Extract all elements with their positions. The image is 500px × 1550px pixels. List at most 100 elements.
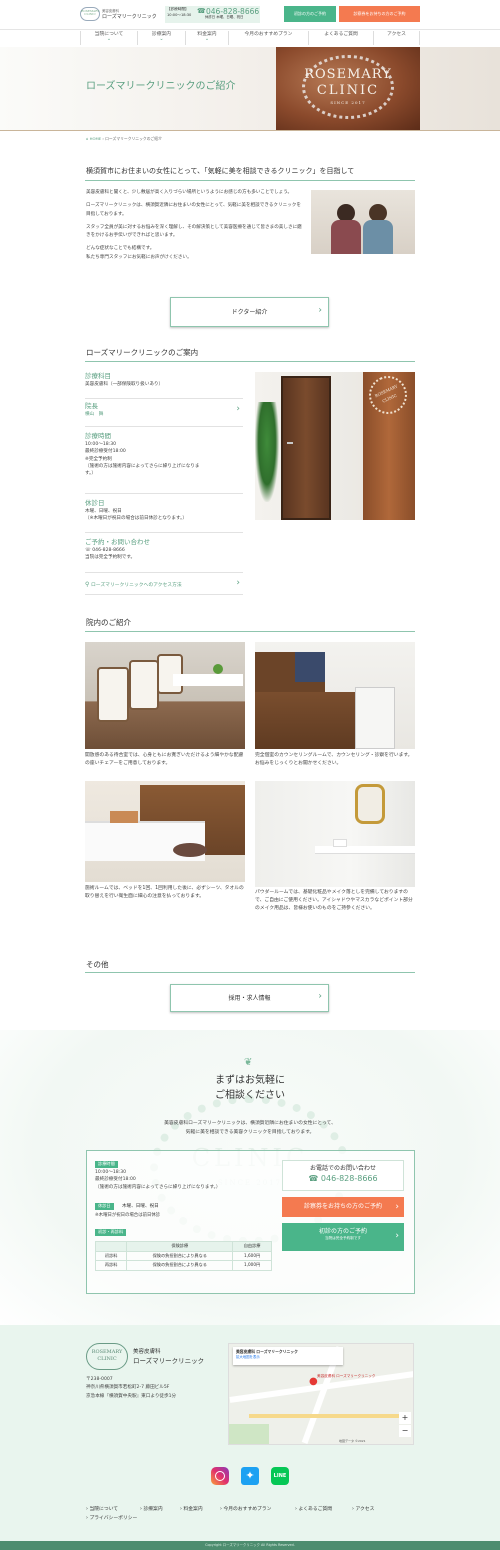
logo[interactable]: ROSEMARY CLINIC (80, 7, 100, 21)
hours-badge: 診療時間 (95, 1161, 118, 1168)
ticket-reservation-button[interactable]: 診察券をお持ちの方のご予約 › (282, 1197, 404, 1217)
closed-badge-label: 休診日 (98, 1203, 111, 1208)
footer-link-label: 料金案内 (183, 1507, 203, 1512)
contact-hours-line: 10:00〜18:30 (95, 1170, 127, 1175)
footer-link-label: 診療案内 (143, 1507, 163, 1512)
chair (129, 660, 159, 710)
access-link[interactable]: ⚲ ローズマリークリニックへのアクセス方法 › (85, 575, 243, 595)
intro-paragraph: スタッフ全員が美に対するお悩みを深く理解し、その解決策として美容医療を通じて皆さ… (86, 224, 302, 239)
guide-row-closed: 休診日 木曜、日曜、祝日 （※木曜日が祝日の場合は前日休診となります。） (85, 496, 243, 533)
map-park (229, 1424, 269, 1444)
guide-row-phone[interactable]: ☏ 046-828-8666 (85, 547, 243, 554)
contact-phone: 046-828-8666 (320, 1174, 378, 1184)
mirror (355, 784, 385, 824)
nav-item-plan[interactable]: 今月のおすすめプラン (228, 31, 308, 45)
footer-address-line: 京急本線『横須賀中央駅』東口より徒歩1分 (86, 1393, 177, 1399)
towel (110, 811, 138, 823)
guide-row-text: （施術の方は施術内容によってさらに繰り上げになりま (85, 464, 200, 470)
twitter-icon[interactable]: ✦ (241, 1467, 259, 1485)
line-icon[interactable]: LINE (271, 1467, 289, 1485)
map-pin-label: 美容皮膚科 ローズマリークリニック (317, 1374, 376, 1378)
guide-row-title: 院長 (85, 402, 98, 410)
first-reservation-button[interactable]: 初診の方のご予約 当院は完全予約制です › (282, 1223, 404, 1251)
contact-title: まずはお気軽に ご相談ください (0, 1074, 500, 1103)
divider (85, 180, 415, 181)
header-first-button[interactable]: 初診の方のご予約 (284, 6, 336, 22)
chevron-down-icon: ⌄ (159, 36, 164, 43)
zoom-in-button[interactable]: + (399, 1412, 411, 1424)
contact-title-line: ご相談ください (215, 1089, 285, 1101)
door (281, 376, 331, 520)
fee-cell: 再診料 (94, 1260, 128, 1271)
staff-photo (311, 190, 415, 254)
header-clinic-name: ローズマリークリニック (102, 14, 157, 20)
logo-text: CLINIC (84, 12, 96, 17)
page-title: ローズマリークリニックのご紹介 (86, 81, 236, 92)
doctor-button-label: ドクター紹介 (231, 309, 268, 316)
ticket-button-label: 診察券をお持ちの方のご予約 (303, 1203, 382, 1210)
copyright-text: Copyright ローズマリークリニック All Rights Reserve… (205, 1543, 295, 1547)
footer-link-plan[interactable]: › 今月のおすすめプラン (220, 1506, 271, 1513)
nav-item-about[interactable]: 当院について ⌄ (80, 31, 137, 45)
contact-lead: 美容皮膚科ローズマリークリニックは、横須賀近隣にお住まいの女性にとって、 気軽に… (0, 1119, 500, 1137)
access-link-label: ローズマリークリニックへのアクセス方法 (91, 583, 182, 588)
divider (85, 972, 415, 973)
footer-link-faq[interactable]: › よくあるご質問 (295, 1506, 332, 1513)
nav-item-prices[interactable]: 料金案内 ⌄ (185, 31, 228, 45)
footer-clinic-name: ローズマリークリニック (133, 1357, 205, 1365)
sign-text: CLINIC (316, 83, 380, 98)
map-link[interactable]: 拡大地図を表示 (236, 1355, 340, 1360)
guide-row-title: 診療時間 (85, 432, 111, 440)
zoom-out-button[interactable]: − (399, 1425, 411, 1437)
footer-address: 〒238-0007 神奈川県横須賀市若松町2-7 藤田ビル5F 京急本線『横須賀… (86, 1376, 176, 1401)
treatment-room-photo (85, 781, 245, 882)
chair (97, 667, 129, 722)
header-ticket-button[interactable]: 診察券をお持ちの方のご予約 (339, 6, 420, 22)
recruit-button[interactable]: 採用・求人情報 (170, 984, 329, 1012)
home-icon: ⌂ (86, 136, 89, 141)
footer-link-services[interactable]: › 診療案内 (140, 1506, 163, 1513)
footer-link-about[interactable]: › 当院について (86, 1506, 118, 1513)
guide-row-contact: ご予約・お問い合わせ ☏ 046-828-8666 当院は完全予約制です。 (85, 535, 243, 573)
breadcrumb-home[interactable]: HOME (90, 136, 102, 141)
first-button-label: 初診の方のご予約 (318, 1228, 367, 1235)
fee-badge-label: 初診・再診料 (98, 1229, 124, 1234)
chevron-down-icon: ⌄ (204, 36, 210, 43)
footer-logo[interactable]: ROSEMARY CLINIC (86, 1343, 128, 1370)
table (173, 674, 243, 686)
intro-paragraph: ローズマリークリニックは、横須賀近隣にお住まいの女性にとって、気軽に美を相談でき… (86, 203, 301, 217)
nav-item-faq[interactable]: よくあるご質問 (308, 31, 373, 45)
sign-since: SINCE 2017 (330, 100, 366, 105)
guide-phone: 046-828-8666 (92, 548, 125, 554)
map-pin-icon: ⚲ (85, 581, 90, 588)
divider (85, 361, 415, 362)
guide-row-text: 当院は完全予約制です。 (85, 555, 136, 561)
footer-link-label: よくあるご質問 (298, 1507, 333, 1512)
nav-label: よくあるご質問 (324, 32, 358, 37)
guide-row-text: 最終診療受付18:00 (85, 449, 126, 455)
nav-item-access[interactable]: アクセス (373, 31, 420, 45)
nav-item-services[interactable]: 診療案内 ⌄ (137, 31, 185, 45)
footer-link-privacy[interactable]: › プライバシーポリシー (86, 1515, 137, 1522)
intro-heading: 横須賀市にお住まいの女性にとって、「気軽に美を相談できるクリニック」を目指して (86, 167, 355, 175)
copyright-bar: Copyright ローズマリークリニック All Rights Reserve… (0, 1541, 500, 1550)
guide-row-director[interactable]: 院長 横山 舞 › (85, 399, 243, 427)
guide-row-text: 横山 舞 (85, 412, 104, 418)
tissue (333, 839, 347, 847)
plant (213, 664, 223, 674)
doctor-button[interactable]: ドクター紹介 (170, 297, 329, 327)
fee-header (94, 1241, 128, 1252)
google-map[interactable]: 美容皮膚科 ローズマリークリニック 拡大地図を表示 ● 美容皮膚科 ローズマリー… (228, 1343, 414, 1445)
fee-header: 自由診療 (232, 1241, 272, 1252)
map-info-card: 美容皮膚科 ローズマリークリニック 拡大地図を表示 (233, 1347, 343, 1365)
fee-cell: 保険の負担割合により異なる (126, 1260, 234, 1271)
phone-contact-card[interactable]: お電話でのお問い合わせ ☎ 046-828-8666 (282, 1160, 404, 1191)
footer-link-prices[interactable]: › 料金案内 (180, 1506, 203, 1513)
footer-link-label: 今月のおすすめプラン (223, 1507, 272, 1512)
contact-closed-note: ※木曜日が祝日の場合は前日休診 (95, 1213, 161, 1218)
instagram-icon[interactable] (211, 1467, 229, 1485)
intro-paragraph: 私たち専門スタッフにお気軽にお声がけください。 (86, 254, 192, 260)
footer-link-access[interactable]: › アクセス (352, 1506, 374, 1513)
guide-row-text: 美容皮膚科（一部保険取り扱いあり） (85, 382, 164, 388)
header: ROSEMARY CLINIC 美容皮膚科 ローズマリークリニック 【診療時間】… (0, 0, 500, 30)
